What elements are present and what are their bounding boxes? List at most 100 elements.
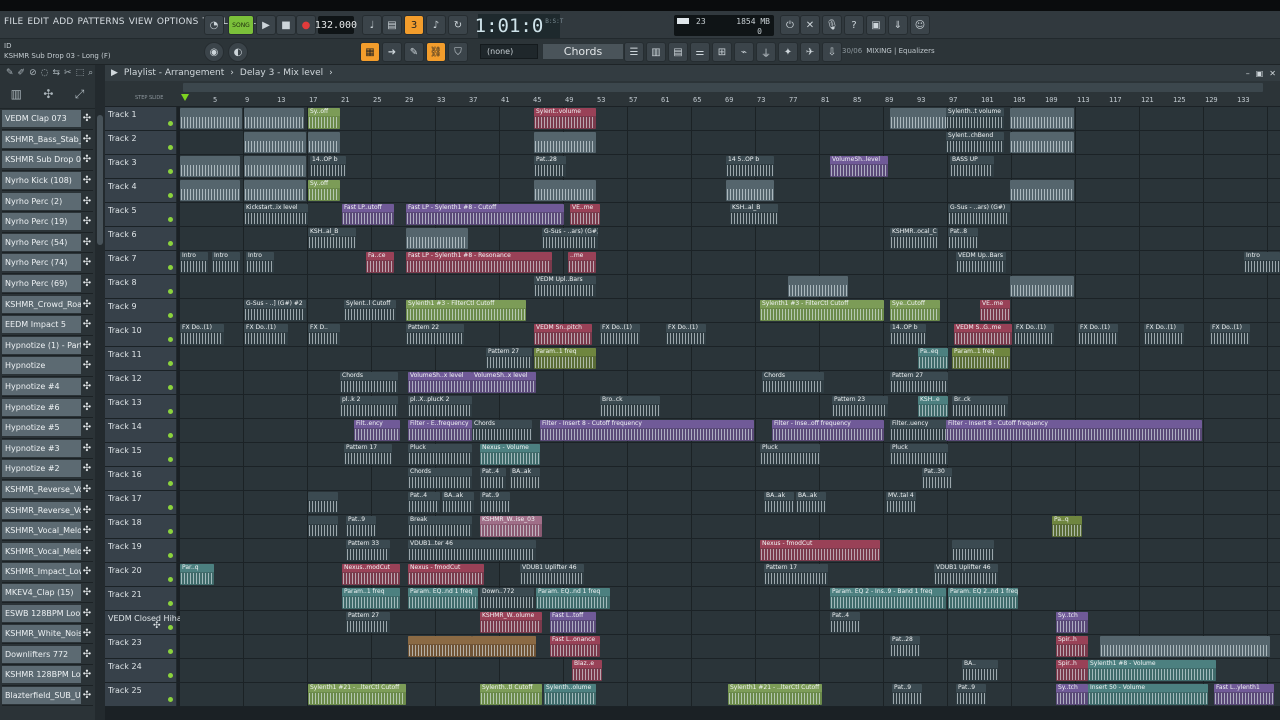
track-mute-led[interactable]: [168, 649, 173, 654]
tools-icon[interactable]: ✕: [800, 15, 820, 35]
track-lane[interactable]: Intro Intro Intro Fa..ce Fast LP - Sylenth1 …: [180, 251, 1280, 274]
browser-icon[interactable]: ⊞: [712, 42, 732, 62]
drag-handle-icon[interactable]: ✣: [81, 649, 93, 660]
playlist-clip[interactable]: VDUB1 Uplifter 46: [520, 564, 584, 585]
track-header[interactable]: Track 23: [105, 635, 177, 658]
drag-handle-icon[interactable]: ✣: [81, 669, 93, 680]
drag-handle-icon[interactable]: ✣: [81, 628, 93, 639]
drag-handle-icon[interactable]: ✣: [81, 402, 93, 413]
playlist-clip[interactable]: FX Do..(1): [600, 324, 640, 345]
channel-item[interactable]: Hypnotize #6 ✣: [2, 397, 93, 418]
playlist-clip[interactable]: Nexus - fmodCut: [408, 564, 484, 585]
track-header[interactable]: Track 10: [105, 323, 177, 346]
link-icon[interactable]: ⛓: [426, 42, 446, 62]
channel-item[interactable]: KSHMR_Reverse_Voc..✣: [2, 480, 93, 501]
playlist-clip[interactable]: Pluck: [760, 444, 820, 465]
playlist-clip[interactable]: Chords: [408, 468, 472, 489]
channel-item[interactable]: Nyrho Perc (54) ✣: [2, 233, 93, 254]
playlist-clip[interactable]: Nexus - Volume: [480, 444, 540, 465]
playlist-clip[interactable]: Intro: [1244, 252, 1280, 273]
playlist-clip[interactable]: Blaz..e: [572, 660, 602, 681]
track-lane[interactable]: Pattern 27 KSHMR_W..olume Fast L..toff Pat.…: [180, 611, 1280, 634]
playlist-clip[interactable]: Sylent..chBend: [946, 132, 1004, 153]
mixer-icon[interactable]: ☰: [624, 42, 644, 62]
track-mute-led[interactable]: [168, 697, 173, 702]
playlist-clip[interactable]: 14 5..OP b: [726, 156, 774, 177]
playlist-clip[interactable]: Par..q: [180, 564, 214, 585]
channel-name[interactable]: Hypnotize (1) - Part_1: [2, 336, 81, 354]
playlist-clip[interactable]: Fast L..onance: [550, 636, 600, 657]
close-icon[interactable]: ✕: [1269, 69, 1276, 78]
resize-icon[interactable]: ⤢: [75, 87, 85, 102]
playlist-clip[interactable]: KSHMR_W..olume: [480, 612, 542, 633]
playlist-clip[interactable]: Sylenth1 #3 - FilterCtl Cutoff: [406, 300, 526, 321]
playlist-clip[interactable]: VE..me: [570, 204, 600, 225]
channel-item[interactable]: Nyrho Perc (2) ✣: [2, 191, 93, 212]
chat-icon[interactable]: ☺: [910, 15, 930, 35]
channel-name[interactable]: Hypnotize #5: [2, 419, 81, 437]
playlist-clip[interactable]: Param. EQ..nd 1 freq: [536, 588, 610, 609]
playlist-clip[interactable]: Spir..h: [1056, 636, 1088, 657]
channel-item[interactable]: Hypnotize ✣: [2, 356, 93, 377]
drag-handle-icon[interactable]: ✣: [81, 299, 93, 310]
channel-name[interactable]: KSHMR_Reverse_Voc..: [2, 501, 81, 519]
track-lane[interactable]: Par..q Nexus..modCut Nexus - fmodCut VDUB1 …: [180, 563, 1280, 586]
channel-name[interactable]: KSHMR_Vocal_Melod..: [2, 542, 81, 560]
playlist-clip[interactable]: [534, 132, 596, 153]
playlist-clip[interactable]: Sy..tch: [1056, 684, 1088, 705]
playlist-clip[interactable]: Fa..ce: [366, 252, 394, 273]
drag-handle-icon[interactable]: ✣: [81, 587, 93, 598]
playlist-clip[interactable]: [180, 156, 240, 177]
playlist-clip[interactable]: Fast L..toff: [550, 612, 596, 633]
track-mute-led[interactable]: [168, 505, 173, 510]
playlist-clip[interactable]: pl..X..plucK 2: [408, 396, 472, 417]
menu-item-view[interactable]: VIEW: [129, 17, 153, 27]
playlist-clip[interactable]: Break: [408, 516, 472, 537]
playlist-clip[interactable]: Filter - E..frequency: [408, 420, 472, 441]
menu-item-file[interactable]: FILE: [4, 17, 23, 27]
record-mode-icon[interactable]: ◔: [204, 15, 224, 35]
plug-icon[interactable]: ⏚: [756, 42, 776, 62]
playlist-clip[interactable]: FX Do..(1): [180, 324, 224, 345]
track-header[interactable]: Track 9: [105, 299, 177, 322]
menu-item-add[interactable]: ADD: [53, 17, 74, 27]
playlist-clip[interactable]: Pat..9: [346, 516, 376, 537]
playlist-clip[interactable]: Param..1 freq: [952, 348, 1010, 369]
track-mute-led[interactable]: [168, 217, 173, 222]
channel-item[interactable]: MKEV4_Clap (15) ✣: [2, 583, 93, 604]
track-mute-led[interactable]: [168, 265, 173, 270]
loop-record-icon[interactable]: ↻: [448, 15, 468, 35]
drag-handle-icon[interactable]: ✣: [81, 360, 93, 371]
playlist-clip[interactable]: Chords: [472, 420, 532, 441]
channel-item[interactable]: KSHMR_Vocal_Melod..✣: [2, 521, 93, 542]
channel-name[interactable]: KSHMR Sub Drop 03 -..: [2, 151, 81, 169]
drag-handle-icon[interactable]: ✣: [81, 525, 93, 536]
automation-target[interactable]: Delay 3 - Mix level: [240, 68, 323, 78]
channel-name[interactable]: KSHMR_Impact_Low..: [2, 563, 81, 581]
playlist-clip[interactable]: [308, 492, 338, 513]
channel-name[interactable]: Nyrho Perc (2): [2, 192, 81, 210]
playlist-clip[interactable]: Param. EQ..nd 1 freq: [408, 588, 478, 609]
export-icon[interactable]: ⇓: [888, 15, 908, 35]
track-lane[interactable]: Kickstart..ix level Fast LP..utoff Fast LP…: [180, 203, 1280, 226]
channel-item[interactable]: ESWB 128BPM Loop K..✣: [2, 603, 93, 624]
channel-name[interactable]: Hypnotize #4: [2, 378, 81, 396]
playlist-clip[interactable]: BA..ak: [796, 492, 826, 513]
channel-name[interactable]: Blazterfield_SUB_UP..: [2, 686, 81, 704]
playlist-clip[interactable]: Nexus - fmodCut: [760, 540, 880, 561]
playlist-clip[interactable]: [534, 180, 596, 201]
playlist-clip[interactable]: Pattern 17: [764, 564, 828, 585]
playlist-clip[interactable]: Pat..28: [890, 636, 920, 657]
maximize-icon[interactable]: ▣: [1256, 69, 1264, 78]
track-mute-led[interactable]: [168, 433, 173, 438]
track-header[interactable]: Track 2: [105, 131, 177, 154]
channel-rack-icon[interactable]: ▥: [646, 42, 666, 62]
drag-handle-icon[interactable]: ✣: [81, 154, 93, 165]
drag-handle-icon[interactable]: ✣: [81, 216, 93, 227]
playlist-clip[interactable]: [1010, 108, 1074, 129]
playlist-clip[interactable]: [308, 516, 338, 537]
step-edit-icon[interactable]: ♪: [426, 15, 446, 35]
playlist-clip[interactable]: Pattern 27: [486, 348, 532, 369]
playlist-clip[interactable]: Sy..tch: [1056, 612, 1088, 633]
playlist-clip[interactable]: Sylenth1 #21 - ..lterCtl Cutoff: [728, 684, 822, 705]
